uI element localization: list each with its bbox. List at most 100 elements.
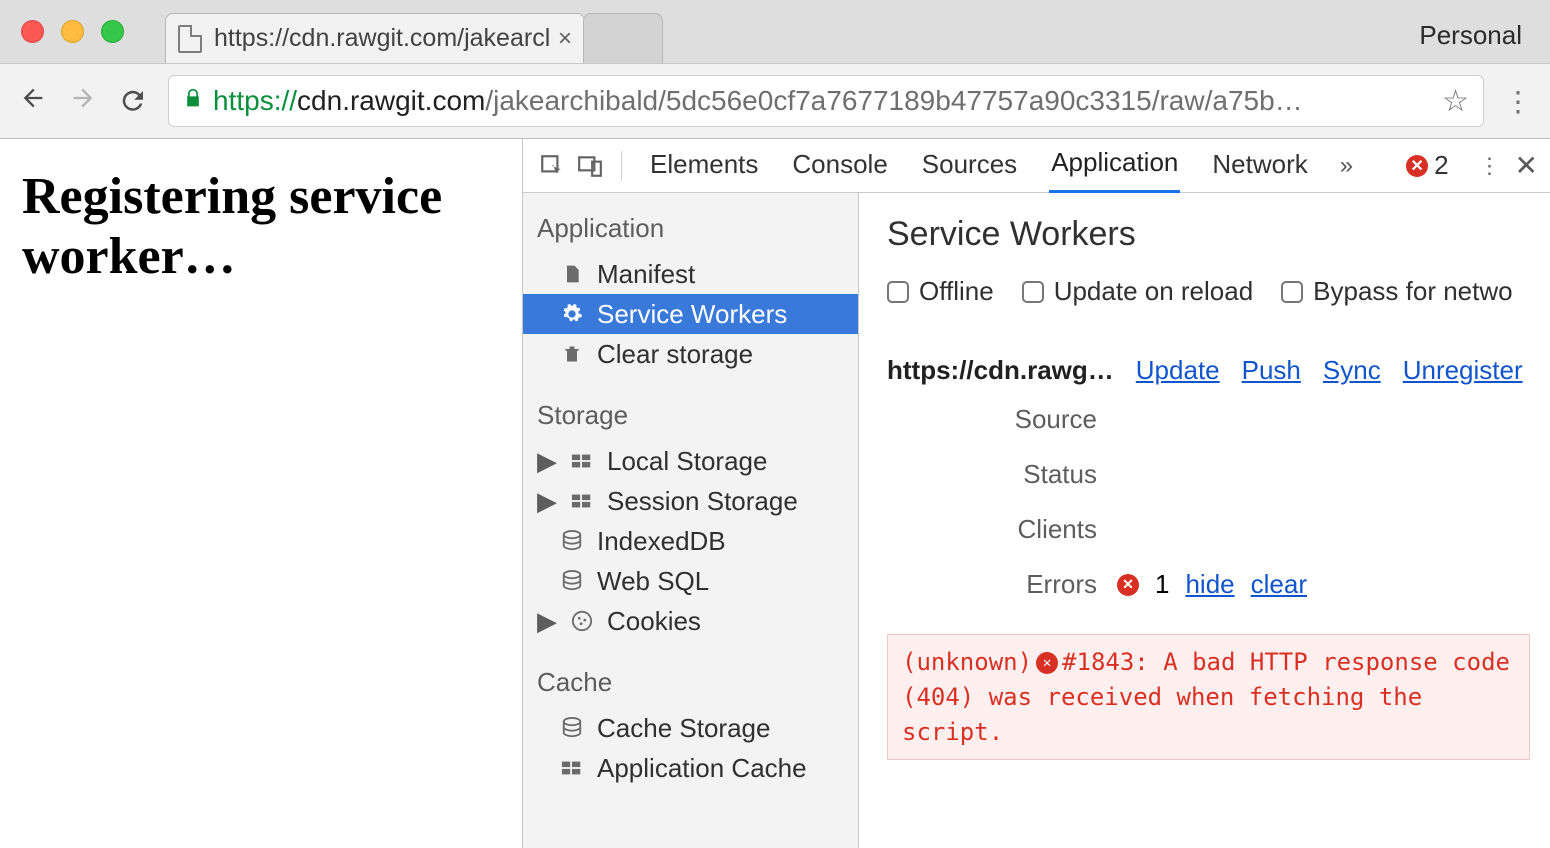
address-bar[interactable]: https://cdn.rawgit.com/jakearchibald/5dc… — [168, 75, 1484, 127]
sw-update-link[interactable]: Update — [1136, 355, 1220, 386]
sidebar-item-label: IndexedDB — [597, 526, 726, 557]
database-icon — [559, 570, 585, 592]
more-tabs-icon[interactable]: » — [1340, 152, 1353, 180]
error-icon: ✕ — [1406, 155, 1428, 177]
devtools-menu-icon[interactable]: ⋮ — [1479, 153, 1501, 179]
bookmark-star-icon[interactable]: ☆ — [1442, 84, 1469, 119]
storage-icon — [569, 492, 595, 510]
disclosure-icon[interactable]: ▶ — [537, 606, 555, 637]
service-workers-panel: Service Workers Offline Update on reload… — [859, 193, 1550, 848]
content-area: Registering service worker… Elements Con… — [0, 139, 1550, 848]
sw-hide-link[interactable]: hide — [1185, 569, 1234, 600]
sidebar-item-indexeddb[interactable]: IndexedDB — [523, 521, 858, 561]
device-toggle-icon[interactable] — [573, 153, 607, 179]
new-tab-button[interactable] — [583, 13, 663, 63]
url-host: cdn.rawgit.com — [297, 85, 485, 117]
storage-icon — [569, 452, 595, 470]
sw-check-row: Offline Update on reload Bypass for netw… — [887, 276, 1530, 307]
error-count-badge[interactable]: ✕ 2 — [1406, 150, 1448, 181]
window-titlebar: https://cdn.rawgit.com/jakearcl × Person… — [0, 0, 1550, 63]
sidebar-item-application-cache[interactable]: Application Cache — [523, 748, 858, 788]
sidebar-section-storage: Storage — [523, 392, 858, 441]
devtools-toolbar: Elements Console Sources Application Net… — [523, 139, 1550, 193]
devtools: Elements Console Sources Application Net… — [522, 139, 1550, 848]
sidebar-item-label: Cookies — [607, 606, 701, 637]
checkbox-label: Bypass for netwo — [1313, 276, 1512, 307]
sw-sync-link[interactable]: Sync — [1323, 355, 1381, 386]
checkbox-icon — [887, 281, 909, 303]
sw-unregister-link[interactable]: Unregister — [1403, 355, 1523, 386]
database-icon — [559, 530, 585, 552]
panel-title: Service Workers — [887, 215, 1530, 254]
reload-button[interactable] — [118, 86, 148, 116]
sidebar-item-label: Application Cache — [597, 753, 807, 784]
sw-error-message: (unknown)✕#1843: A bad HTTP response cod… — [887, 634, 1530, 760]
sidebar-item-label: Clear storage — [597, 339, 753, 370]
sw-clients-label: Clients — [887, 514, 1117, 545]
sidebar-item-local-storage[interactable]: ▶ Local Storage — [523, 441, 858, 481]
checkbox-icon — [1281, 281, 1303, 303]
page-content: Registering service worker… — [0, 139, 522, 848]
tab-title: https://cdn.rawgit.com/jakearcl — [214, 24, 550, 53]
cookie-icon — [569, 610, 595, 632]
sidebar-item-cache-storage[interactable]: Cache Storage — [523, 708, 858, 748]
sidebar-item-label: Local Storage — [607, 446, 767, 477]
sw-errors-label: Errors — [887, 569, 1117, 600]
devtools-body: Application Manifest Service Workers — [523, 193, 1550, 848]
maximize-window-icon[interactable] — [101, 20, 124, 43]
sidebar-item-label: Service Workers — [597, 299, 787, 330]
sidebar-item-label: Web SQL — [597, 566, 709, 597]
page-heading: Registering service worker… — [22, 167, 500, 287]
checkbox-label: Offline — [919, 276, 994, 307]
sw-status-label: Status — [887, 459, 1117, 490]
sidebar-section-cache: Cache — [523, 659, 858, 708]
sidebar-item-label: Manifest — [597, 259, 695, 290]
trash-icon — [559, 343, 585, 365]
bypass-checkbox[interactable]: Bypass for netwo — [1281, 276, 1512, 307]
application-sidebar: Application Manifest Service Workers — [523, 193, 859, 848]
devtools-tabs: Elements Console Sources Application Net… — [636, 137, 1386, 194]
tab-network[interactable]: Network — [1210, 139, 1309, 192]
tab-sources[interactable]: Sources — [920, 139, 1019, 192]
error-icon: ✕ — [1036, 652, 1058, 674]
back-button[interactable] — [18, 82, 48, 121]
checkbox-icon — [1022, 281, 1044, 303]
sidebar-item-cookies[interactable]: ▶ Cookies — [523, 601, 858, 641]
devtools-close-icon[interactable]: ✕ — [1515, 149, 1538, 182]
browser-tab[interactable]: https://cdn.rawgit.com/jakearcl × — [165, 13, 585, 63]
offline-checkbox[interactable]: Offline — [887, 276, 994, 307]
close-tab-icon[interactable]: × — [558, 25, 572, 53]
tab-application[interactable]: Application — [1049, 137, 1180, 194]
url-protocol: https:// — [213, 85, 297, 117]
gear-icon — [559, 303, 585, 325]
disclosure-icon[interactable]: ▶ — [537, 446, 555, 477]
sw-source-label: Source — [887, 404, 1117, 435]
sw-scope: https://cdn.rawg… — [887, 355, 1114, 386]
sw-error-count: 1 — [1155, 569, 1169, 600]
toolbar: https://cdn.rawgit.com/jakearchibald/5dc… — [0, 63, 1550, 139]
sw-push-link[interactable]: Push — [1242, 355, 1301, 386]
sidebar-item-websql[interactable]: Web SQL — [523, 561, 858, 601]
update-on-reload-checkbox[interactable]: Update on reload — [1022, 276, 1253, 307]
sidebar-section-application: Application — [523, 205, 858, 254]
profile-label[interactable]: Personal — [1419, 20, 1522, 51]
sw-details: Source Status Clients Errors ✕ 1 hide cl… — [887, 404, 1530, 600]
browser-menu-icon[interactable]: ⋮ — [1504, 85, 1532, 118]
sidebar-item-service-workers[interactable]: Service Workers — [523, 294, 858, 334]
lock-icon — [183, 86, 203, 117]
tab-elements[interactable]: Elements — [648, 139, 760, 192]
sw-errors-value: ✕ 1 hide clear — [1117, 569, 1530, 600]
tab-console[interactable]: Console — [790, 139, 889, 192]
sidebar-item-clear-storage[interactable]: Clear storage — [523, 334, 858, 374]
sidebar-item-label: Cache Storage — [597, 713, 770, 744]
close-window-icon[interactable] — [21, 20, 44, 43]
sidebar-item-session-storage[interactable]: ▶ Session Storage — [523, 481, 858, 521]
minimize-window-icon[interactable] — [61, 20, 84, 43]
sw-clear-link[interactable]: clear — [1251, 569, 1307, 600]
inspect-icon[interactable] — [535, 153, 569, 179]
error-icon: ✕ — [1117, 574, 1139, 596]
window-controls — [21, 20, 124, 43]
database-icon — [559, 717, 585, 739]
sidebar-item-manifest[interactable]: Manifest — [523, 254, 858, 294]
disclosure-icon[interactable]: ▶ — [537, 486, 555, 517]
